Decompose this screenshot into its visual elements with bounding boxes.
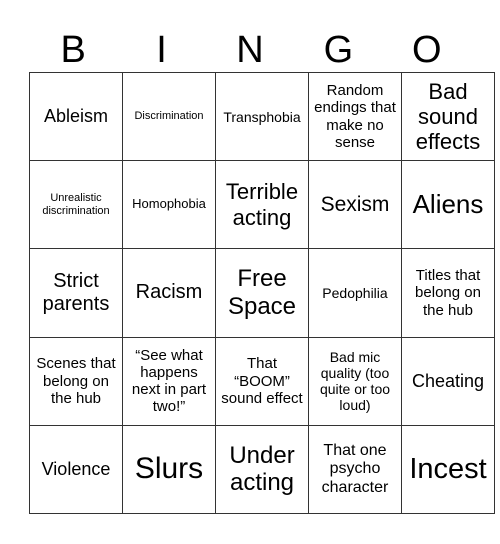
bingo-row: Scenes that belong on the hub “See what … — [29, 336, 495, 426]
bingo-cell[interactable]: Racism — [122, 248, 216, 338]
bingo-cell[interactable]: Pedophilia — [308, 248, 402, 338]
bingo-cell[interactable]: Unrealistic discrimination — [29, 160, 123, 250]
bingo-cell[interactable]: Incest — [401, 424, 495, 515]
bingo-cell[interactable]: Bad mic quality (too quite or too loud) — [308, 336, 402, 426]
bingo-cell[interactable]: Violence — [29, 424, 123, 515]
header-letter-n: N — [236, 29, 264, 71]
bingo-cell[interactable]: Transphobia — [215, 71, 309, 162]
bingo-cell[interactable]: “See what happens next in part two!” — [122, 336, 216, 426]
bingo-row: Violence Slurs Under acting That one psy… — [29, 424, 495, 515]
bingo-cell[interactable]: Titles that belong on the hub — [401, 248, 495, 338]
bingo-cell[interactable]: Under acting — [215, 424, 309, 515]
bingo-cell[interactable]: Ableism — [29, 71, 123, 162]
bingo-cell[interactable]: Terrible acting — [215, 160, 309, 250]
bingo-cell[interactable]: Slurs — [122, 424, 216, 515]
bingo-cell[interactable]: That “BOOM” sound effect — [215, 336, 309, 426]
bingo-cell[interactable]: Cheating — [401, 336, 495, 426]
bingo-header: B I N G O — [29, 28, 471, 72]
bingo-cell[interactable]: Scenes that belong on the hub — [29, 336, 123, 426]
header-letter-b: B — [60, 29, 86, 71]
bingo-row: Strict parents Racism Free Space Pedophi… — [29, 248, 495, 338]
bingo-cell[interactable]: Homophobia — [122, 160, 216, 250]
bingo-cell[interactable]: Bad sound effects — [401, 71, 495, 162]
bingo-cell[interactable]: Discrimination — [122, 71, 216, 162]
bingo-cell[interactable]: Aliens — [401, 160, 495, 250]
free-space-cell[interactable]: Free Space — [215, 248, 309, 338]
bingo-cell[interactable]: Strict parents — [29, 248, 123, 338]
bingo-grid: Ableism Discrimination Transphobia Rando… — [29, 71, 495, 515]
bingo-cell[interactable]: That one psycho character — [308, 424, 402, 515]
bingo-cell[interactable]: Random endings that make no sense — [308, 71, 402, 162]
bingo-row: Ableism Discrimination Transphobia Rando… — [29, 71, 495, 162]
bingo-row: Unrealistic discrimination Homophobia Te… — [29, 160, 495, 250]
header-letter-g: G — [323, 29, 354, 71]
header-letter-o: O — [411, 29, 442, 71]
header-letter-i: I — [156, 29, 167, 71]
bingo-cell[interactable]: Sexism — [308, 160, 402, 250]
